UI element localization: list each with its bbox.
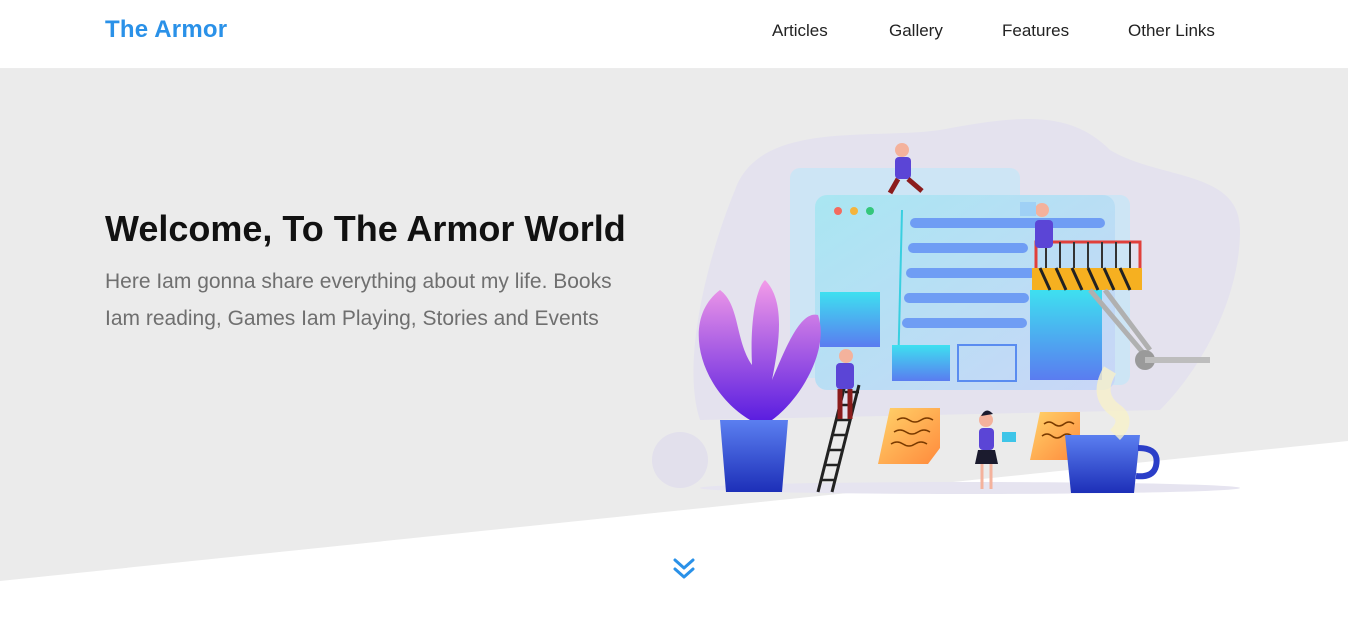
nav-link-other-links[interactable]: Other Links (1128, 21, 1215, 41)
nav-link-gallery[interactable]: Gallery (889, 21, 943, 41)
nav-link-articles[interactable]: Articles (772, 21, 828, 41)
hero-illustration (652, 118, 1240, 494)
hero-description: Here Iam gonna share everything about my… (105, 270, 612, 330)
double-chevron-down-icon[interactable] (671, 556, 697, 582)
site-logo[interactable]: The Armor (105, 16, 227, 44)
page: The Armor Articles Gallery Features Othe… (0, 0, 1348, 636)
hero-title: Welcome, To The Armor World (105, 208, 626, 249)
nav-link-features[interactable]: Features (1002, 21, 1069, 41)
site-header: The Armor Articles Gallery Features Othe… (0, 0, 1348, 69)
